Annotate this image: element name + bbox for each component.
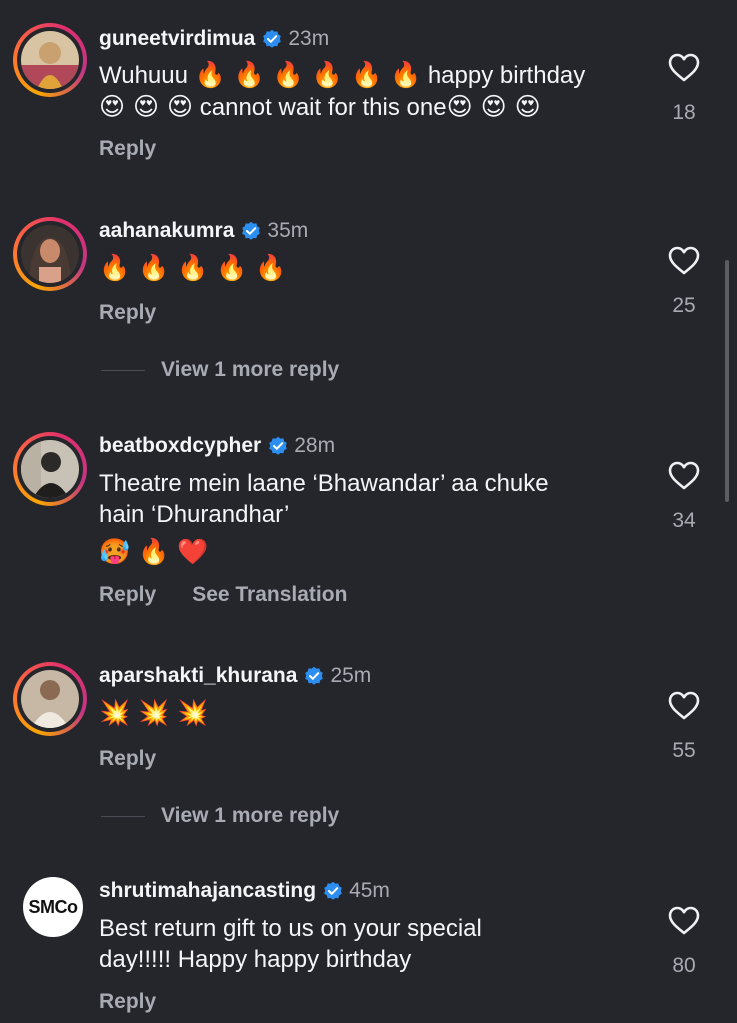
comment-text: Wuhuuu 🔥 🔥 🔥 🔥 🔥 🔥 happy birthday 😍 😍 😍 … [99,60,586,121]
like-button[interactable] [666,246,702,275]
heart-outline-icon [668,906,700,935]
verified-badge-icon [263,29,282,48]
comment-text: Theatre mein laane ‘Bhawandar’ aa chuke … [99,470,549,566]
thread-line [101,369,145,371]
username[interactable]: aahanakumra [99,219,234,243]
reply-button[interactable]: Reply [99,747,156,771]
thread-line [101,815,145,817]
story-avatar[interactable] [13,662,87,736]
verified-badge-icon [269,436,288,455]
scrollbar[interactable] [725,260,729,502]
comment-header: shrutimahajancasting 45m [99,878,390,904]
reply-button[interactable]: Reply [99,990,156,1014]
username[interactable]: guneetvirdimua [99,27,255,51]
avatar-logo-text: SMCo [28,896,79,917]
comment-header: beatboxdcypher 28m [99,433,335,459]
comments-screen: guneetvirdimua 23m Wuhuuu 🔥 🔥 🔥 🔥 🔥 🔥 ha… [0,0,737,1023]
heart-outline-icon [668,461,700,490]
verified-badge-icon [305,666,324,685]
comment-actions: Reply [99,746,156,772]
like-button[interactable] [666,906,702,935]
comment-text: Best return gift to us on your special d… [99,915,482,973]
heart-outline-icon [668,691,700,720]
username[interactable]: shrutimahajancasting [99,879,316,903]
timestamp: 25m [330,664,372,687]
comment-text: 🔥 🔥 🔥 🔥 🔥 [99,252,639,284]
view-more-replies[interactable]: View 1 more reply [101,803,339,829]
avatar-photo [21,225,79,283]
heart-outline-icon [668,53,700,82]
verified-badge-icon [324,881,342,900]
heart-eyes-emoji-icon: 😍 😍 😍 [99,92,194,121]
view-more-replies[interactable]: View 1 more reply [101,357,339,383]
fire-emoji-icon: 🔥 🔥 🔥 🔥 🔥 🔥 [194,60,422,89]
like-count: 55 [672,739,696,762]
hot-face-fire-heart-emoji-icon: 🥵 🔥 ❤️ [99,537,209,566]
timestamp: 45m [349,879,390,902]
like-button[interactable] [666,461,702,490]
like-button[interactable] [666,53,702,82]
username[interactable]: aparshakti_khurana [99,664,297,688]
avatar-photo [21,440,79,498]
comment-actions: Reply [99,300,156,326]
story-avatar[interactable] [13,23,87,97]
like-count: 34 [672,509,696,532]
comment-actions: Reply See Translation [99,582,347,608]
comment-actions: Reply [99,136,156,162]
heart-eyes-emoji-icon: 😍 😍 😍 [446,92,541,121]
fire-emoji-icon: 🔥 🔥 🔥 🔥 🔥 [99,253,287,282]
like-button[interactable] [666,691,702,720]
reply-button[interactable]: Reply [99,301,156,325]
like-count: 18 [672,101,696,124]
avatar-photo [21,31,79,89]
see-translation-button[interactable]: See Translation [192,583,347,607]
comment-text: 💥 💥 💥 [99,697,639,729]
comment-header: aparshakti_khurana 25m [99,663,371,689]
story-avatar[interactable] [13,432,87,506]
verified-badge-icon [242,221,261,240]
comment-header: guneetvirdimua 23m [99,26,329,52]
like-count: 80 [672,954,696,977]
reply-button[interactable]: Reply [99,583,156,607]
like-count: 25 [672,294,696,317]
comment-header: aahanakumra 35m [99,218,308,244]
comment-actions: Reply [99,989,156,1015]
timestamp: 35m [267,219,309,242]
story-avatar[interactable] [13,217,87,291]
username[interactable]: beatboxdcypher [99,434,261,458]
timestamp: 23m [288,27,330,50]
avatar-photo [21,670,79,728]
avatar[interactable]: SMCo [23,877,83,937]
collision-emoji-icon: 💥 💥 💥 [99,698,209,727]
timestamp: 28m [294,434,336,457]
heart-outline-icon [668,246,700,275]
reply-button[interactable]: Reply [99,137,156,161]
